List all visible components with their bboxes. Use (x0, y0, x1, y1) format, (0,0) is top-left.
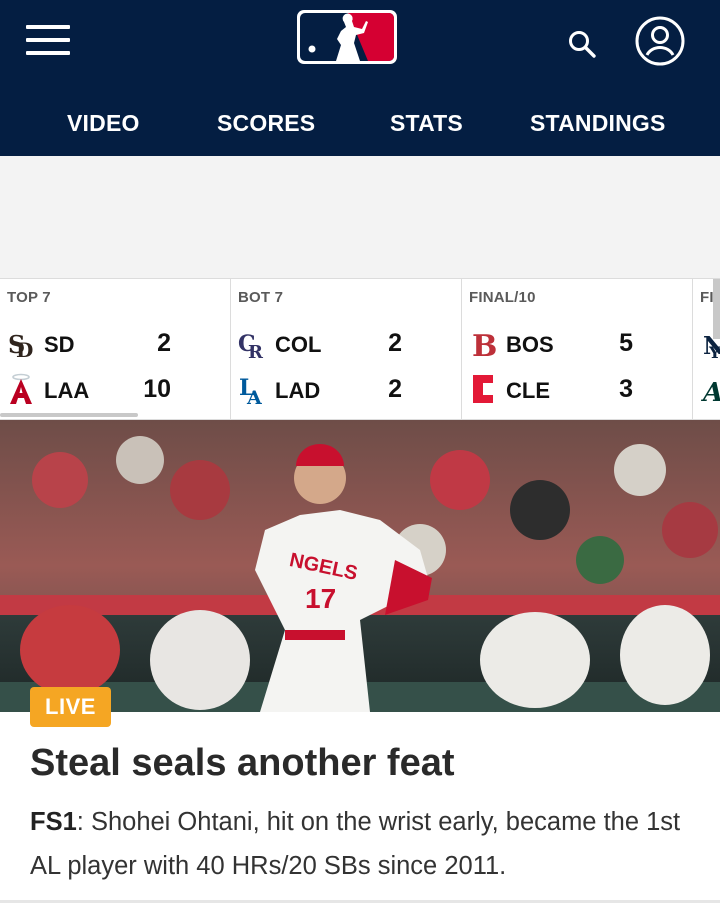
team-abbr: CLE (506, 378, 550, 403)
game-status: FI (700, 289, 714, 306)
main-nav: VIDEO SCORES STATS STANDINGS (0, 100, 720, 148)
svg-text:17: 17 (305, 583, 336, 614)
svg-text:A: A (700, 378, 720, 405)
team-row-home: A (693, 369, 720, 409)
nav-video[interactable]: VIDEO (67, 110, 140, 137)
team-score: 2 (388, 329, 402, 357)
angels-logo-icon (10, 373, 32, 404)
team-score: 3 (619, 375, 633, 403)
svg-text:A: A (246, 387, 262, 405)
team-abbr: SD (44, 332, 75, 357)
athletics-logo-icon: A (700, 378, 720, 405)
team-abbr: COL (275, 332, 322, 357)
svg-text:D: D (16, 338, 33, 359)
team-abbr: LAA (44, 378, 90, 403)
team-row-home: L A LAD 2 (231, 369, 462, 409)
game-card[interactable]: FINAL/10 B BOS 5 CLE 3 (462, 279, 693, 419)
svg-text:B: B (472, 329, 497, 359)
top-header: VIDEO SCORES STATS STANDINGS (0, 0, 720, 156)
team-abbr: BOS (506, 332, 554, 357)
team-abbr: LAD (275, 378, 321, 403)
search-icon[interactable] (564, 26, 600, 62)
nav-stats[interactable]: STATS (390, 110, 463, 137)
svg-text:R: R (248, 342, 264, 359)
story-summary-text: : Shohei Ohtani, hit on the wrist early,… (30, 808, 681, 880)
team-row-home: CLE 3 (462, 369, 693, 409)
guardians-logo-icon (473, 375, 493, 403)
story-summary: FS1: Shohei Ohtani, hit on the wrist ear… (30, 800, 700, 888)
dodgers-logo-icon: L A (239, 375, 262, 405)
user-icon[interactable] (634, 15, 686, 67)
game-status: FINAL/10 (469, 289, 536, 306)
game-status: BOT 7 (238, 289, 284, 306)
story-source: FS1 (30, 808, 77, 836)
team-row-away: C R COL 2 (231, 323, 462, 363)
ohtani-running-photo[interactable]: NGELS 17 (0, 420, 720, 712)
game-status: TOP 7 (7, 289, 51, 306)
mlb-logo-icon[interactable] (296, 9, 398, 65)
team-score: 2 (157, 329, 171, 357)
story-headline[interactable]: Steal seals another feat (30, 740, 700, 786)
team-row-home: LAA 10 (0, 369, 231, 409)
game-card[interactable]: BOT 7 C R COL 2 L A LAD 2 (231, 279, 462, 419)
scroll-indicator (0, 413, 138, 417)
team-row-away: B BOS 5 (462, 323, 693, 363)
nav-scores[interactable]: SCORES (217, 110, 315, 137)
nav-standings[interactable]: STANDINGS (530, 110, 666, 137)
app: VIDEO SCORES STATS STANDINGS TOP 7 S D S… (0, 0, 720, 903)
rockies-logo-icon: C R (238, 331, 264, 359)
game-card[interactable]: TOP 7 S D SD 2 LAA 10 (0, 279, 231, 419)
ad-placeholder (0, 156, 720, 278)
team-row-away: S D SD 2 (0, 323, 231, 363)
red-sox-logo-icon: B (472, 329, 497, 359)
team-score: 2 (388, 375, 402, 403)
live-badge: LIVE (30, 687, 111, 727)
team-score: 10 (143, 375, 171, 403)
team-score: 5 (619, 329, 633, 357)
scroll-indicator (713, 279, 720, 339)
svg-text:Y: Y (708, 343, 720, 359)
padres-logo-icon: S D (8, 330, 33, 359)
scoreboard[interactable]: TOP 7 S D SD 2 LAA 10 BOT 7 C R COL 2 L … (0, 278, 720, 420)
hamburger-menu-icon[interactable] (26, 22, 70, 62)
